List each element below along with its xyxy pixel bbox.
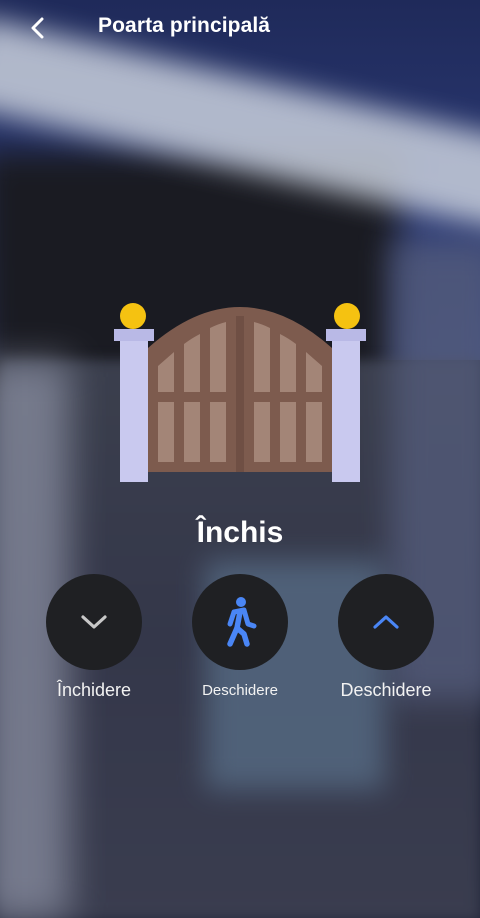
gate-status: Închis — [196, 516, 284, 549]
pedestrian-open-control: Deschidere — [170, 574, 310, 699]
close-label: Închidere — [56, 680, 132, 700]
gate-controls: Închidere Deschidere Deschidere — [0, 574, 480, 714]
pedestrian-open-button[interactable] — [192, 574, 288, 670]
pedestrian-open-label: Deschidere — [202, 682, 278, 699]
header: Poarta principală — [0, 0, 480, 56]
open-control: Deschidere — [316, 574, 456, 701]
close-control: Închidere — [24, 574, 164, 701]
chevron-down-icon — [81, 615, 107, 629]
open-label: Deschidere — [340, 680, 432, 700]
open-button[interactable] — [338, 574, 434, 670]
page-title: Poarta principală — [98, 14, 271, 37]
back-arrow-icon — [31, 17, 44, 39]
back-button[interactable] — [18, 8, 58, 48]
pedestrian-icon — [227, 597, 257, 647]
gate-illustration — [114, 303, 366, 482]
close-button[interactable] — [46, 574, 142, 670]
chevron-up-icon — [373, 615, 399, 629]
